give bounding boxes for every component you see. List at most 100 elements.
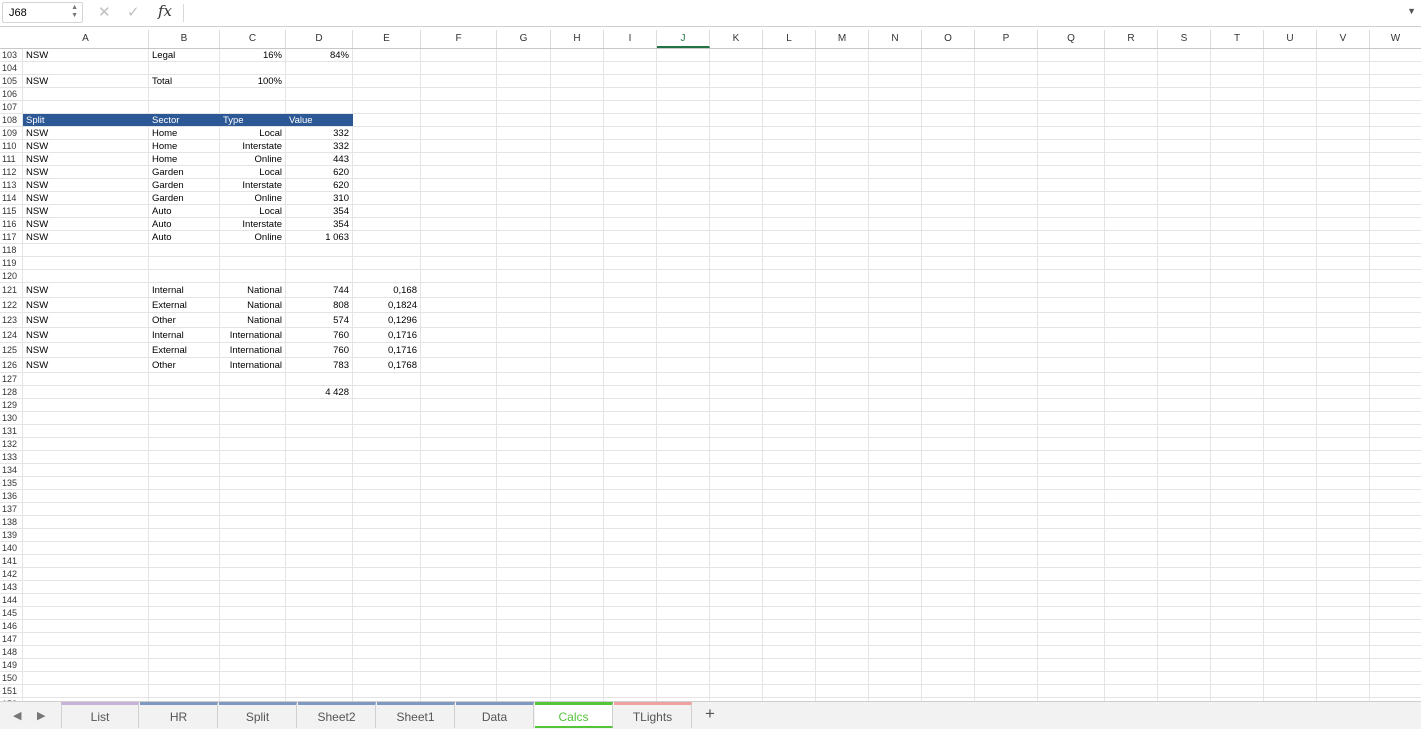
cell-c126[interactable]: International	[220, 358, 286, 372]
row-number[interactable]: 148	[2, 646, 17, 659]
row-number[interactable]: 131	[2, 425, 17, 438]
column-header-v[interactable]: V	[1317, 30, 1370, 48]
cell-c125[interactable]: International	[220, 343, 286, 357]
cell-b110[interactable]: Home	[149, 140, 220, 152]
row-number[interactable]: 149	[2, 659, 17, 672]
column-header-t[interactable]: T	[1211, 30, 1264, 48]
column-header-q[interactable]: Q	[1038, 30, 1105, 48]
row-number[interactable]: 132	[2, 438, 17, 451]
column-header-l[interactable]: L	[763, 30, 816, 48]
sheet-tab-list[interactable]: List	[61, 702, 139, 728]
cell-c115[interactable]: Local	[220, 205, 286, 217]
row-number[interactable]: 140	[2, 542, 17, 555]
cell-a115[interactable]: NSW	[23, 205, 149, 217]
column-header-a[interactable]: A	[23, 30, 149, 48]
cell-c124[interactable]: International	[220, 328, 286, 342]
cell-c109[interactable]: Local	[220, 127, 286, 139]
cell-b126[interactable]: Other	[149, 358, 220, 372]
cell-e126[interactable]: 0,1768	[353, 358, 421, 372]
column-header-s[interactable]: S	[1158, 30, 1211, 48]
sheet-tab-data[interactable]: Data	[456, 702, 534, 728]
row-number[interactable]: 121	[2, 283, 17, 298]
cell-d117[interactable]: 1 063	[286, 231, 353, 243]
cell-e122[interactable]: 0,1824	[353, 298, 421, 312]
cell-a116[interactable]: NSW	[23, 218, 149, 230]
column-header-b[interactable]: B	[149, 30, 220, 48]
row-number[interactable]: 134	[2, 464, 17, 477]
sheet-tab-calcs[interactable]: Calcs	[535, 702, 613, 728]
cell-a125[interactable]: NSW	[23, 343, 149, 357]
cell-a112[interactable]: NSW	[23, 166, 149, 178]
cell-b123[interactable]: Other	[149, 313, 220, 327]
cell-a103[interactable]: NSW	[23, 49, 149, 61]
cell-a105[interactable]: NSW	[23, 75, 149, 87]
sheet-tab-tlights[interactable]: TLights	[614, 702, 692, 728]
cell-a126[interactable]: NSW	[23, 358, 149, 372]
sheet-tab-sheet2[interactable]: Sheet2	[298, 702, 376, 728]
row-number[interactable]: 113	[2, 179, 16, 192]
cell-c112[interactable]: Local	[220, 166, 286, 178]
row-number[interactable]: 142	[2, 568, 17, 581]
row-number[interactable]: 106	[2, 88, 17, 101]
cell-d126[interactable]: 783	[286, 358, 353, 372]
row-number[interactable]: 105	[2, 75, 17, 88]
cell-a121[interactable]: NSW	[23, 283, 149, 297]
row-number[interactable]: 103	[2, 49, 17, 62]
cell-d128[interactable]: 4 428	[286, 386, 353, 398]
cell-b122[interactable]: External	[149, 298, 220, 312]
row-number[interactable]: 115	[2, 205, 16, 218]
cell-d116[interactable]: 354	[286, 218, 353, 230]
row-number[interactable]: 109	[2, 127, 17, 140]
sheet-tab-hr[interactable]: HR	[140, 702, 218, 728]
column-header-f[interactable]: F	[421, 30, 497, 48]
row-number[interactable]: 146	[2, 620, 17, 633]
cell-a114[interactable]: NSW	[23, 192, 149, 204]
cell-e124[interactable]: 0,1716	[353, 328, 421, 342]
cell-c114[interactable]: Online	[220, 192, 286, 204]
name-box[interactable]: J68 ▲ ▼	[2, 2, 83, 23]
cell-b113[interactable]: Garden	[149, 179, 220, 191]
cell-b124[interactable]: Internal	[149, 328, 220, 342]
row-number[interactable]: 135	[2, 477, 17, 490]
column-header-g[interactable]: G	[497, 30, 551, 48]
row-number[interactable]: 151	[2, 685, 17, 698]
row-number[interactable]: 117	[2, 231, 16, 244]
cell-a123[interactable]: NSW	[23, 313, 149, 327]
cell-d108[interactable]: Value	[286, 114, 353, 126]
cell-a109[interactable]: NSW	[23, 127, 149, 139]
cell-d121[interactable]: 744	[286, 283, 353, 297]
row-number[interactable]: 122	[2, 298, 17, 313]
cell-c110[interactable]: Interstate	[220, 140, 286, 152]
cell-d124[interactable]: 760	[286, 328, 353, 342]
cell-e125[interactable]: 0,1716	[353, 343, 421, 357]
cell-b115[interactable]: Auto	[149, 205, 220, 217]
cell-d113[interactable]: 620	[286, 179, 353, 191]
row-number[interactable]: 150	[2, 672, 17, 685]
sheet-tab-split[interactable]: Split	[219, 702, 297, 728]
column-header-c[interactable]: C	[220, 30, 286, 48]
column-header-r[interactable]: R	[1105, 30, 1158, 48]
column-header-d[interactable]: D	[286, 30, 353, 48]
row-number[interactable]: 147	[2, 633, 17, 646]
column-header-k[interactable]: K	[710, 30, 763, 48]
cell-b121[interactable]: Internal	[149, 283, 220, 297]
cell-a110[interactable]: NSW	[23, 140, 149, 152]
column-header-m[interactable]: M	[816, 30, 869, 48]
cell-d112[interactable]: 620	[286, 166, 353, 178]
row-number[interactable]: 128	[2, 386, 17, 399]
column-header-p[interactable]: P	[975, 30, 1038, 48]
sheet-grid[interactable]: 103 NSW Legal 16% 84% 104 105 NSW Total 100% 106 10…	[0, 49, 1421, 701]
column-header-i[interactable]: I	[604, 30, 657, 48]
insert-function-icon[interactable]: fx	[158, 2, 172, 20]
name-box-spinner-icon[interactable]: ▲ ▼	[71, 4, 78, 20]
row-number[interactable]: 120	[2, 270, 17, 283]
cell-b103[interactable]: Legal	[149, 49, 220, 61]
cell-c122[interactable]: National	[220, 298, 286, 312]
row-number[interactable]: 144	[2, 594, 17, 607]
column-header-j[interactable]: J	[657, 30, 710, 48]
sheet-tab-sheet1[interactable]: Sheet1	[377, 702, 455, 728]
cell-c116[interactable]: Interstate	[220, 218, 286, 230]
row-number[interactable]: 116	[2, 218, 16, 231]
cell-b112[interactable]: Garden	[149, 166, 220, 178]
column-header-u[interactable]: U	[1264, 30, 1317, 48]
